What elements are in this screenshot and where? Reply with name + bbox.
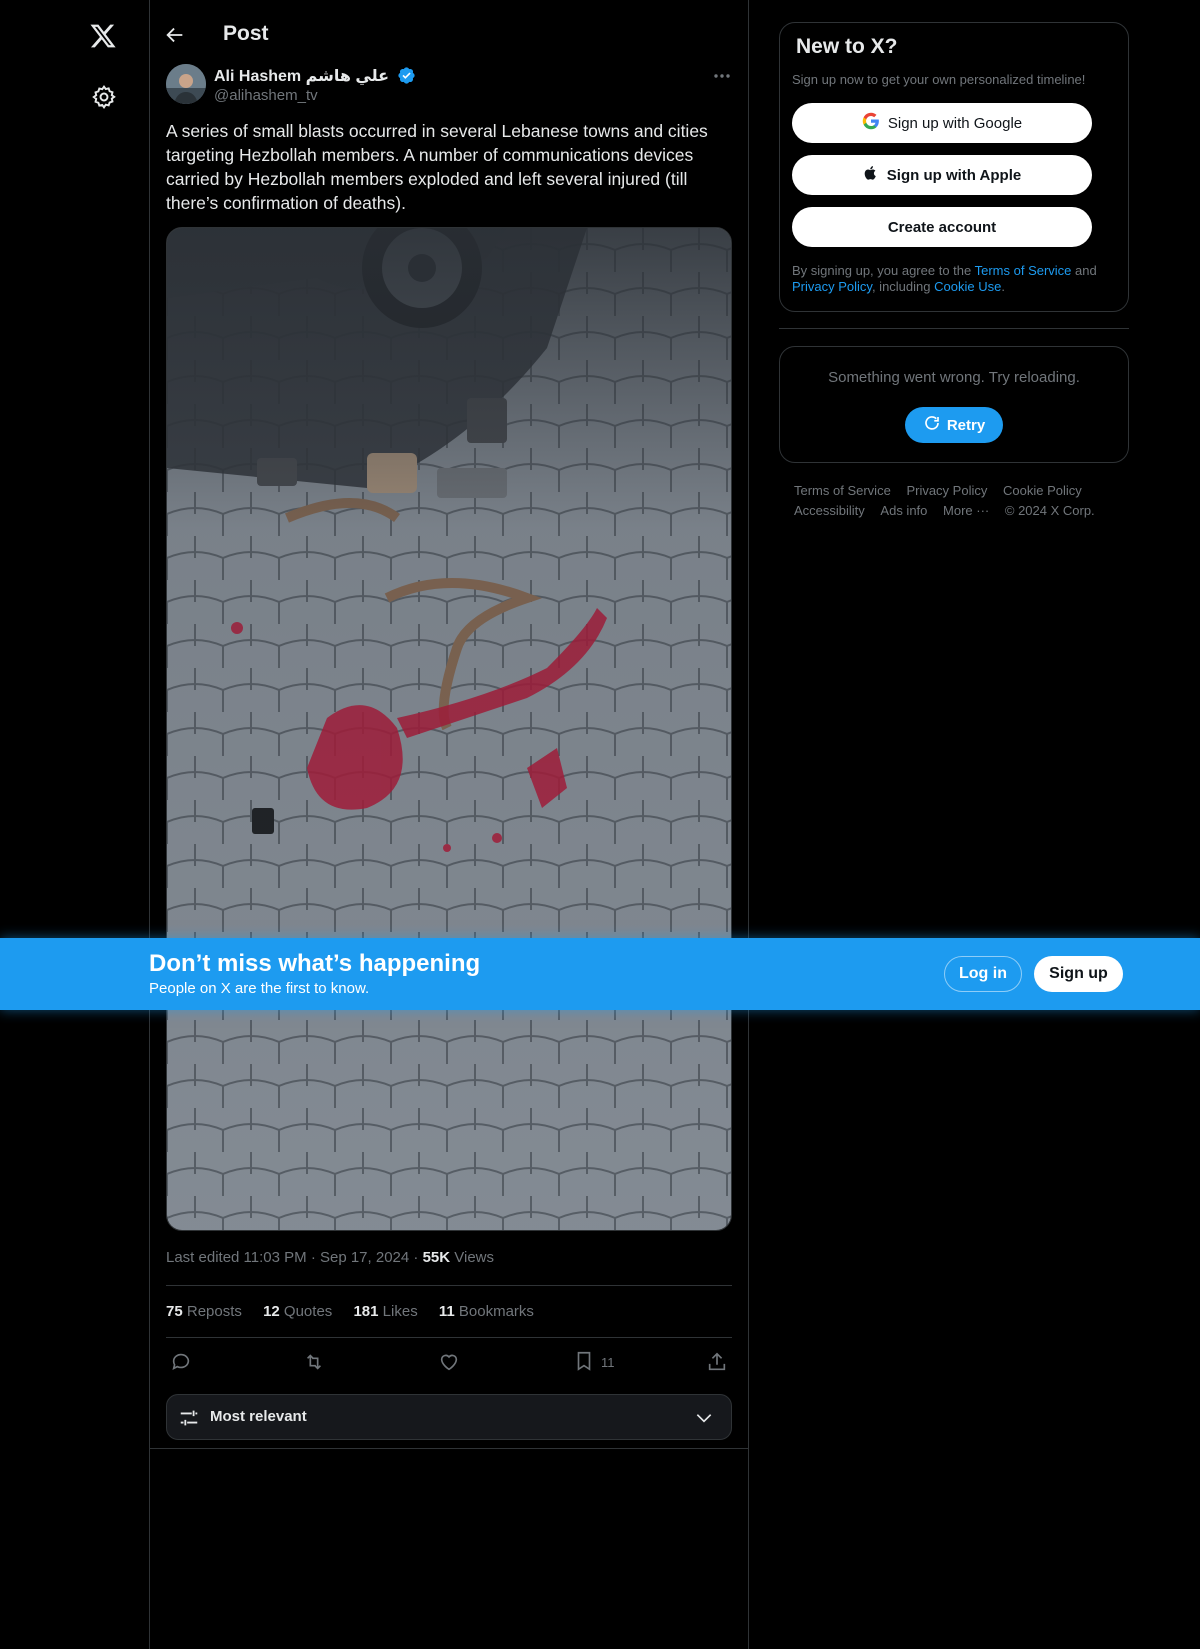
avatar[interactable] [166,64,206,104]
footer-link-accessibility[interactable]: Accessibility [794,501,865,521]
signup-card: New to X? Sign up now to get your own pe… [779,22,1129,312]
tweet-stats: 75 Reposts 12 Quotes 181 Likes 11 Bookma… [166,1303,551,1320]
chevron-down-icon [693,1408,715,1428]
tweet-author: Ali Hashem علي هاشم @alihashem_tv [166,64,734,106]
refresh-icon [923,414,941,436]
terms-link[interactable]: Terms of Service [975,263,1072,278]
retry-label: Retry [946,416,986,434]
cookie-link[interactable]: Cookie Use [934,279,1001,294]
bookmarks-stat[interactable]: 11 Bookmarks [439,1303,534,1320]
footer-link-more[interactable]: More ··· [943,501,989,521]
likes-label: Likes [382,1303,418,1320]
views-label: Views [450,1249,495,1266]
footer-link-cookie[interactable]: Cookie Policy [1003,481,1082,501]
likes-count: 181 [353,1303,379,1320]
bookmarks-count: 11 [438,1303,455,1320]
more-horizontal-icon[interactable] [710,68,734,84]
left-nav [0,0,150,1649]
author-name[interactable]: Ali Hashem علي هاشم [214,66,389,86]
sliders-icon [178,1407,200,1429]
author-handle[interactable]: @alihashem_tv [214,87,318,104]
quotes-label: Quotes [283,1303,333,1320]
tweet-media-photo[interactable] [166,227,732,1231]
heart-icon[interactable] [438,1349,460,1375]
legal-including: , including [871,279,935,294]
tweet-text: A series of small blasts occurred in sev… [166,121,708,213]
repost-icon[interactable] [303,1349,325,1375]
main-column: Post Ali Hashem علي هاشم @alihashem_tv A… [149,0,749,1649]
bookmark-icon [573,1350,595,1375]
signup-google-button[interactable]: Sign up with Google [792,103,1092,143]
signup-subtitle: Sign up now to get your own personalized… [792,72,1086,87]
google-icon [862,112,880,134]
divider [779,328,1129,329]
reposts-stat[interactable]: 75 Reposts [166,1303,242,1320]
apple-icon [863,164,879,186]
login-button[interactable]: Log in [944,956,1022,992]
footer-link-ads-info[interactable]: Ads info [880,501,927,521]
page-title: Post [223,22,269,45]
footer-link-privacy[interactable]: Privacy Policy [906,481,987,501]
error-message: Something went wrong. Try reloading. [828,369,1080,386]
banner-title: Don’t miss what’s happening [149,950,481,977]
edited-timestamp[interactable]: Last edited 11:03 PM · Sep 17, 2024 · [166,1249,423,1266]
divider [166,1337,732,1338]
quotes-stat[interactable]: 12 Quotes [263,1303,332,1320]
privacy-link[interactable]: Privacy Policy [792,279,872,294]
reply-icon[interactable] [170,1349,192,1375]
signup-apple-label: Sign up with Apple [886,166,1022,184]
bookmark-button[interactable]: 11 [573,1349,615,1375]
legal-end: . [1001,279,1005,294]
arrow-left-icon[interactable] [164,24,188,48]
reposts-label: Reposts [186,1303,242,1320]
sort-label: Most relevant [210,1408,307,1425]
banner-subtitle: People on X are the first to know. [149,980,370,997]
share-icon[interactable] [706,1349,728,1375]
footer-links: Terms of Service Privacy Policy Cookie P… [794,481,1114,521]
views-count: 55K [422,1249,451,1266]
x-logo-icon[interactable] [88,22,120,54]
reposts-count: 75 [166,1303,183,1320]
divider [150,1448,748,1449]
legal-prefix: By signing up, you agree to the [792,263,975,278]
quotes-count: 12 [263,1303,280,1320]
signup-google-label: Sign up with Google [887,114,1023,132]
error-card: Something went wrong. Try reloading. Ret… [779,346,1129,463]
tweet-meta: Last edited 11:03 PM · Sep 17, 2024 · 55… [166,1249,494,1266]
legal-and: and [1071,263,1097,278]
footer-link-terms[interactable]: Terms of Service [794,481,891,501]
post-header: Post [150,0,748,72]
create-account-button[interactable]: Create account [792,207,1092,247]
gear-icon[interactable] [91,84,119,112]
signup-title: New to X? [796,35,898,58]
retry-button[interactable]: Retry [905,407,1003,443]
reply-sort-dropdown[interactable]: Most relevant [166,1394,732,1440]
footer-copyright: © 2024 X Corp. [1004,503,1095,518]
divider [166,1285,732,1286]
likes-stat[interactable]: 181 Likes [353,1303,417,1320]
signup-button[interactable]: Sign up [1034,956,1123,992]
verified-badge-icon [397,66,416,85]
signup-legal-text: By signing up, you agree to the Terms of… [792,263,1112,295]
bookmark-count: 11 [601,1354,615,1370]
bookmarks-label: Bookmarks [458,1303,534,1320]
tweet-actions: 11 [166,1349,732,1377]
signup-apple-button[interactable]: Sign up with Apple [792,155,1092,195]
create-account-label: Create account [887,218,997,236]
login-banner: Don’t miss what’s happening People on X … [0,938,1200,1010]
